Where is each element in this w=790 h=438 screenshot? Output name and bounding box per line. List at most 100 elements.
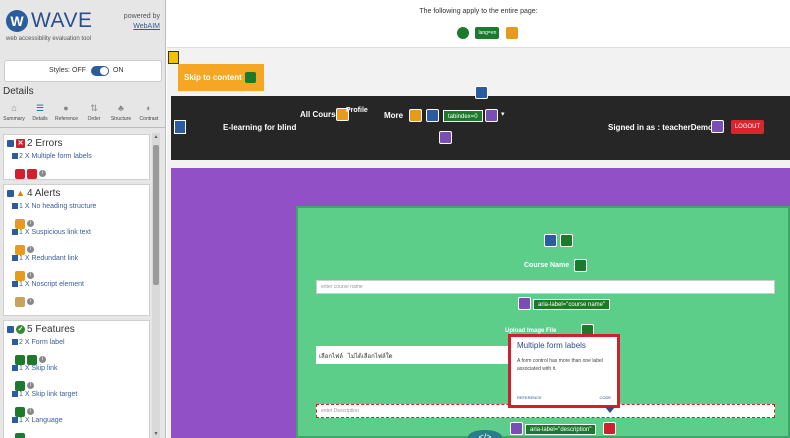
skip-target-icon[interactable] [168, 51, 179, 64]
aria-icon[interactable] [485, 109, 498, 122]
course-name-input[interactable]: enter course name [316, 280, 775, 294]
language-icon[interactable] [457, 26, 469, 39]
alert-icon: ▲ [16, 187, 25, 198]
alert-item-noscript[interactable]: 1 X Noscript element [12, 281, 84, 288]
feature-marker-icon[interactable] [27, 354, 37, 365]
tab-contrast[interactable]: ◐ Contrast [138, 102, 160, 128]
noscript-icon[interactable] [505, 26, 518, 39]
feature-item-language[interactable]: 1 X Language [12, 417, 63, 424]
webaim-link[interactable]: WebAIM [133, 23, 160, 30]
aria-icon[interactable] [510, 422, 523, 435]
info-icon: ● [63, 103, 69, 113]
skip-to-content-link[interactable]: Skip to content [178, 64, 264, 91]
features-checkbox[interactable] [7, 325, 14, 333]
alert-marker-icon[interactable] [15, 270, 25, 281]
aria-icon[interactable] [439, 131, 452, 144]
info-icon[interactable]: i [27, 272, 34, 280]
error-marker-icon[interactable] [15, 168, 25, 179]
toggle-knob [100, 67, 108, 75]
item-checkbox[interactable] [12, 391, 18, 398]
info-icon[interactable]: i [27, 220, 34, 228]
aria-icon[interactable] [711, 120, 724, 133]
form-label-icon[interactable] [574, 259, 587, 272]
feature-marker-icon[interactable] [15, 354, 25, 365]
alert-marker-icon[interactable] [409, 109, 422, 122]
reference-link[interactable]: REFERENCE [517, 395, 542, 400]
wave-tagline: web accessibility evaluation tool [6, 36, 92, 42]
error-item-multiple-form-labels[interactable]: 2 X Multiple form labels [12, 153, 92, 160]
error-marker-icon[interactable] [27, 168, 37, 179]
info-icon[interactable]: i [39, 170, 46, 178]
choose-file-button[interactable]: เลือกไฟล์ [319, 354, 343, 360]
aria-icon[interactable] [518, 297, 531, 310]
info-icon[interactable]: i [27, 298, 34, 306]
tab-reference[interactable]: ● Reference [55, 102, 78, 128]
chevron-down-icon[interactable]: ▾ [501, 110, 505, 118]
scrollbar-thumb[interactable] [153, 145, 159, 285]
tab-summary[interactable]: ⌂ Summary [3, 102, 25, 128]
item-checkbox[interactable] [12, 365, 18, 372]
nav-all-courses[interactable]: All Course [300, 110, 340, 119]
info-icon[interactable]: i [27, 246, 34, 254]
tooltip-body: A form control has more than one label a… [517, 358, 603, 372]
alert-item-no-heading[interactable]: 1 X No heading structure [12, 203, 96, 210]
site-navbar: E-learning for blind All Course Profile … [171, 86, 790, 160]
html5-icon[interactable] [475, 86, 488, 99]
info-icon[interactable]: i [27, 382, 34, 390]
logout-button[interactable]: LOGOUT [731, 120, 764, 134]
lang-tag[interactable]: lang=en [475, 26, 500, 39]
menu-icon[interactable] [174, 120, 186, 134]
noscript-marker-icon[interactable] [15, 296, 25, 307]
styles-toggle[interactable] [91, 66, 109, 76]
alerts-title[interactable]: ▲ 4 Alerts [7, 188, 60, 199]
item-checkbox[interactable] [12, 229, 18, 236]
feature-icons [15, 429, 27, 438]
content-section: Course Name enter course name aria-label… [171, 168, 790, 438]
feature-item-form-label[interactable]: 2 X Form label [12, 339, 65, 346]
code-link[interactable]: CODE [599, 395, 611, 400]
aria-label-tag[interactable]: aria-label="description" [525, 424, 597, 435]
nav-more[interactable]: More [384, 111, 403, 120]
info-icon[interactable]: i [39, 356, 46, 364]
error-marker-icon[interactable] [603, 422, 616, 435]
feature-icon: ✓ [16, 324, 25, 334]
skip-link-icon[interactable] [426, 109, 439, 122]
item-checkbox[interactable] [12, 153, 18, 160]
file-input[interactable]: เลือกไฟล์ ไม่ได้เลือกไฟล์ใด [316, 346, 516, 364]
feature-item-skip-link-target[interactable]: 1 X Skip link target [12, 391, 77, 398]
brand-link[interactable]: E-learning for blind [223, 123, 296, 132]
feature-item-skip-link[interactable]: 1 X Skip link [12, 365, 58, 372]
html5-icon[interactable] [544, 234, 557, 247]
tab-details[interactable]: ☰ Details [29, 102, 51, 128]
alert-item-redundant-link[interactable]: 1 X Redundant link [12, 255, 78, 262]
alert-icons: i [15, 267, 34, 281]
errors-title[interactable]: ✕ 2 Errors [7, 138, 63, 149]
scroll-down-icon[interactable]: ▼ [152, 430, 160, 438]
tab-order[interactable]: ⇅ Order [83, 102, 105, 128]
alert-marker-icon[interactable] [15, 244, 25, 255]
info-icon[interactable]: i [27, 408, 34, 416]
item-checkbox[interactable] [12, 417, 18, 424]
scroll-up-icon[interactable]: ▲ [152, 133, 160, 141]
skip-link-icon[interactable] [245, 72, 256, 83]
item-checkbox[interactable] [12, 339, 18, 346]
tabindex-tag[interactable]: tabindex=0 [443, 110, 483, 122]
errors-checkbox[interactable] [7, 139, 14, 147]
skip-link-target-icon[interactable] [560, 234, 573, 247]
item-checkbox[interactable] [12, 255, 18, 262]
feature-icons: i [15, 351, 46, 365]
features-title[interactable]: ✓ 5 Features [7, 324, 75, 335]
tab-structure[interactable]: ♣ Structure [110, 102, 132, 128]
alert-marker-icon[interactable] [15, 218, 25, 229]
nav-profile[interactable]: Profile [346, 107, 368, 114]
sidebar-scrollbar[interactable]: ▲ ▼ [152, 133, 160, 438]
alert-item-suspicious-link[interactable]: 1 X Suspicious link text [12, 229, 91, 236]
code-toggle[interactable]: </> [468, 430, 502, 438]
item-checkbox[interactable] [12, 281, 18, 288]
feature-marker-icon[interactable] [15, 380, 25, 391]
aria-label-tag[interactable]: aria-label="course name" [533, 299, 611, 310]
alerts-checkbox[interactable] [7, 189, 14, 197]
item-checkbox[interactable] [12, 203, 18, 210]
feature-marker-icon[interactable] [15, 406, 25, 417]
feature-marker-icon[interactable] [15, 432, 25, 438]
